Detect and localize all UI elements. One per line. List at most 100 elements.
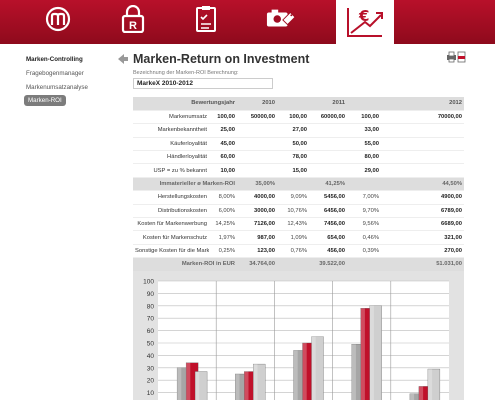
table-row: Markenbekanntheit 25,00 27,00 33,00 [133,123,464,138]
immaterial-roi-row: Immaterieller ø Marken-ROI 35,00% 41,25%… [133,177,464,192]
cell-2011-b [309,123,347,138]
cell-2012-b[interactable]: 70000,00 [381,110,464,125]
bar-highlight [302,343,307,400]
print-export-icons[interactable] [446,50,466,64]
cell-2011-b [309,150,347,165]
cell-2010-b [237,150,277,165]
cell-2010-a[interactable]: 10,00 [209,163,237,178]
bar-highlight [195,371,200,400]
page-title: Marken-Return on Investment [133,52,310,66]
cell-2011-a[interactable]: 50,00 [277,137,309,152]
cell-2012[interactable]: 321,00 [381,230,464,245]
cell-pct-2012: 9,56% [347,217,381,232]
cell-2011-b[interactable]: 60000,00 [309,110,347,125]
row-label: Markenumsatz [133,110,209,125]
row-label: Sonstige Kosten für die Marke [133,244,209,259]
row-label: Kosten für Markenschutz [133,230,209,245]
table-row: Sonstige Kosten für die Marke 0,25% 123,… [133,244,464,259]
cell-2012[interactable]: 270,00 [381,244,464,259]
cell-2012-a[interactable]: 33,00 [347,123,381,138]
cell-2011[interactable]: 654,00 [309,230,347,245]
cell-2010-b [237,163,277,178]
cell-2010-a[interactable]: 45,00 [209,137,237,152]
nav-item-roi[interactable]: € [336,0,394,44]
cell-2012-a[interactable]: 80,00 [347,150,381,165]
row-label: Händlerloyalität [133,150,209,165]
camera-tag-icon [266,9,296,27]
cell-2011-a[interactable]: 15,00 [277,163,309,178]
roi-eur-2011: 39.522,00 [309,257,347,272]
header-year-2012: 2012 [381,97,464,111]
cell-2011-b [309,137,347,152]
nav-item-trademark[interactable]: R [118,4,148,34]
cell-pct-2011: 1,09% [277,230,309,245]
bar-highlight [177,367,182,400]
cell-2011-a[interactable]: 78,00 [277,150,309,165]
y-tick-label: 70 [147,316,155,323]
cell-2010[interactable]: 3000,00 [237,204,277,219]
print-icon [447,51,456,63]
svg-text:R: R [129,20,137,32]
cell-2012-b [381,163,464,178]
cell-2010-a[interactable]: 100,00 [209,110,237,125]
cell-pct-2012: 7,00% [347,190,381,205]
brand-logo-icon [45,6,71,32]
nav-item-marketing[interactable] [266,4,296,34]
bar-highlight [409,393,415,400]
row-label: USP = zu % bekannt [133,163,209,178]
row-label: Distributionskosten [133,204,209,219]
group-pct-2010: 35,00% [237,177,277,192]
sidebar-item-marken-controlling[interactable]: Marken-Controlling [26,56,83,63]
bar-highlight [311,336,316,400]
group-pct-2012: 44,50% [381,177,464,192]
nav-item-brand[interactable] [43,4,73,34]
cell-2012-b [381,123,464,138]
y-tick-label: 50 [147,341,155,348]
cell-2012[interactable]: 6689,00 [381,217,464,232]
sidebar-item-markenumsatzanalyse[interactable]: Markenumsatzanalyse [26,84,88,91]
cell-2011[interactable]: 456,00 [309,244,347,259]
sidebar: Marken-Controlling Fragebogenmanager Mar… [0,44,112,400]
cell-pct-2010: 1,97% [209,230,237,245]
cell-2010[interactable]: 987,00 [237,230,277,245]
cell-2010-a[interactable]: 60,00 [209,150,237,165]
bar-highlight [293,350,298,400]
cell-2012[interactable]: 6789,00 [381,204,464,219]
checklist-icon [196,6,216,32]
table-row: Händlerloyalität 60,00 78,00 80,00 [133,150,464,165]
table-row: USP = zu % bekannt 10,00 15,00 29,00 [133,163,464,178]
back-arrow-icon[interactable] [117,53,129,65]
y-tick-label: 60 [147,328,155,335]
cell-2011[interactable]: 5456,00 [309,190,347,205]
cell-2012-a[interactable]: 55,00 [347,137,381,152]
y-tick-label: 100 [143,279,154,286]
cell-2012[interactable]: 4900,00 [381,190,464,205]
cell-2010[interactable]: 7126,00 [237,217,277,232]
cell-2011-b [309,163,347,178]
table-row: Kosten für Markenwerbung 14,25% 7126,00 … [133,217,464,232]
cell-2010[interactable]: 4000,00 [237,190,277,205]
table-row: Markenumsatz 100,00 50000,00 100,00 6000… [133,110,464,125]
nav-item-checklist[interactable] [191,4,221,34]
cell-2010-a[interactable]: 25,00 [209,123,237,138]
roi-name-input[interactable] [133,78,273,89]
roi-chart-panel: 1009080706050403020100 [133,271,464,400]
cell-2011-a[interactable]: 27,00 [277,123,309,138]
bar-highlight [235,374,240,400]
cell-2011[interactable]: 6456,00 [309,204,347,219]
cell-2011-a[interactable]: 100,00 [277,110,309,125]
sidebar-item-marken-roi[interactable]: Marken-ROI [24,95,66,106]
cell-2010-b[interactable]: 50000,00 [237,110,277,125]
cell-2010[interactable]: 123,00 [237,244,277,259]
cell-2012-a[interactable]: 100,00 [347,110,381,125]
row-label: Herstellungskosten [133,190,209,205]
cell-2011[interactable]: 7456,00 [309,217,347,232]
bar-highlight [253,364,258,400]
sidebar-item-fragebogenmanager[interactable]: Fragebogenmanager [26,70,84,77]
roi-eur-2012: 51.031,00 [381,257,464,272]
pdf-export-icon [457,51,466,63]
group-label: Marken-ROI in EUR [133,257,237,272]
roi-name-label: Bezeichnung der Marken-ROI Berechnung: [133,70,239,76]
cell-2012-a[interactable]: 29,00 [347,163,381,178]
table-row: Herstellungskosten 8,00% 4000,00 9,09% 5… [133,190,464,205]
